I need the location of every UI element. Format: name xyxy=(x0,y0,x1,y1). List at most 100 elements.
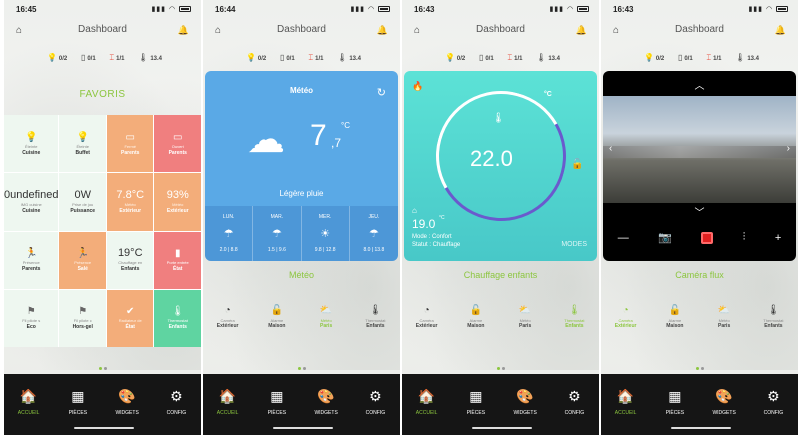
door-icon: ▯ xyxy=(80,53,86,62)
thermostat-card[interactable]: 🔥 °C 🌡 22.0 🔓 ⌂ 19.0 °C Mode : Confort S… xyxy=(404,71,597,261)
status-icons: ▮▮▮ ◠ xyxy=(549,5,589,13)
tab-bar: 🏠 ACCUEIL ▦ PIÈCES 🎨 WIDGETS ⚙ CONFIG xyxy=(203,374,400,435)
weather-unit: °C xyxy=(341,121,350,130)
tile-label: Parents xyxy=(168,149,187,156)
chevron-up-icon[interactable]: ︿ xyxy=(603,77,796,92)
favorite-tile[interactable]: 0W Prise de jou Puissance xyxy=(59,173,106,231)
tab-bar: 🏠 ACCUEIL ▦ PIÈCES 🎨 WIDGETS ⚙ CONFIG xyxy=(601,374,798,435)
device-camera[interactable]: ◔ Caméra Extérieur xyxy=(403,305,451,329)
stat-temperature: 🌡 13.4 xyxy=(138,53,163,62)
tab-accueil[interactable]: 🏠 ACCUEIL xyxy=(407,388,447,435)
tab-accueil[interactable]: 🏠 ACCUEIL xyxy=(208,388,248,435)
cloud-sun-icon: ⛅ xyxy=(717,305,731,316)
camera-icon: ◔ xyxy=(423,305,430,316)
favorite-tile[interactable]: 19°C Chauffage en Enfants xyxy=(106,231,154,289)
favorite-tile[interactable]: 🌡 Thermostat Enfants xyxy=(154,289,201,347)
device-thermostat[interactable]: 🌡 Thermostat Enfants xyxy=(351,305,399,329)
home-indicator xyxy=(671,427,731,429)
tab-accueil[interactable]: 🏠 ACCUEIL xyxy=(606,388,646,435)
tile-icon: 🏃 xyxy=(76,248,89,260)
tile-label: Hors-gel xyxy=(72,324,93,331)
tab-config[interactable]: ⚙ CONFIG xyxy=(753,388,793,435)
favorite-tile[interactable]: 🏃 Présence Salé xyxy=(59,231,106,289)
favorite-tile[interactable]: 7.8°C Météo Extérieur xyxy=(106,173,154,231)
tile-icon: 💡 xyxy=(25,131,38,143)
home-icon[interactable]: ⌂ xyxy=(613,25,619,36)
sliders-icon[interactable]: ⫶ xyxy=(743,231,746,244)
favorite-tile[interactable]: ▮ Porte entrée État xyxy=(154,231,201,289)
lightbulb-icon: 💡 xyxy=(46,53,57,62)
status-time: 16:43 xyxy=(414,5,435,14)
favorite-tile[interactable]: ⚑ Fil pilote c Hors-gel xyxy=(59,289,106,347)
forecast-day: MER. ☀ 9.8 | 12.8 xyxy=(302,206,350,261)
tile-icon: ▭ xyxy=(125,131,135,143)
thermometer-icon: 🌡 xyxy=(369,305,382,316)
status-bar: 16:44 ▮▮▮ ◠ xyxy=(203,0,400,18)
favorite-tile[interactable]: 0undefined IMG cuisine Cuisine xyxy=(4,173,59,231)
page-indicator xyxy=(402,366,599,372)
stat-lights: 💡 0/2 xyxy=(444,53,466,62)
tab-config[interactable]: ⚙ CONFIG xyxy=(156,388,196,435)
favorite-tile[interactable]: 💡 Éteinte Buffet xyxy=(59,115,106,173)
tile-icon: 🏃 xyxy=(25,248,38,260)
gear-icon: ⚙ xyxy=(767,388,780,404)
favorite-tile[interactable]: ⚑ Fil pilote s Eco xyxy=(4,289,59,347)
palette-icon: 🎨 xyxy=(715,388,733,404)
device-thermostat[interactable]: 🌡 Thermostat Enfants xyxy=(550,305,598,329)
zoom-out-icon[interactable]: — xyxy=(618,232,629,244)
tab-config[interactable]: ⚙ CONFIG xyxy=(355,388,395,435)
grid-icon: ▦ xyxy=(71,388,85,404)
stat-windows: ⌶ 1/1 xyxy=(109,53,125,62)
gear-icon: ⚙ xyxy=(369,388,382,404)
modes-button[interactable]: MODES xyxy=(561,241,587,248)
home-icon[interactable]: ⌂ xyxy=(414,25,420,36)
favorite-tile[interactable]: ▭ Fermé Parents xyxy=(106,115,154,173)
camera-card[interactable]: ︿ ‹ › ﹀ — 📷 ⫶ + xyxy=(603,71,796,261)
device-weather[interactable]: ⛅ Météo Paris xyxy=(302,305,350,329)
snapshot-icon[interactable]: 📷 xyxy=(658,231,672,244)
card-label: Météo xyxy=(288,270,314,280)
favorite-tile[interactable]: 💡 Éteinte Cuisine xyxy=(4,115,59,173)
bell-icon[interactable]: 🔔 xyxy=(775,25,786,36)
weather-card[interactable]: Météo ↻ ☁ 7 ,7 °C Légère pluie LUN. ☂ 2.0 … xyxy=(205,71,398,261)
device-weather[interactable]: ⛅ Météo Paris xyxy=(700,305,748,329)
record-icon[interactable] xyxy=(701,231,714,244)
favorite-tile[interactable]: 🏃 Présence Parents xyxy=(4,231,59,289)
zoom-in-icon[interactable]: + xyxy=(775,232,781,244)
app-header: ⌂ Dashboard 🔔 xyxy=(4,24,201,40)
refresh-icon[interactable]: ↻ xyxy=(377,86,386,99)
camera-feed[interactable] xyxy=(603,96,796,203)
house-icon: 🏠 xyxy=(417,388,436,404)
device-camera[interactable]: ◔ Caméra Extérieur xyxy=(204,305,252,329)
bell-icon[interactable]: 🔔 xyxy=(377,25,388,36)
tab-accueil[interactable]: 🏠 ACCUEIL xyxy=(9,388,49,435)
favorite-tile[interactable]: ✔ Radiateur de État xyxy=(106,289,154,347)
home-indicator xyxy=(273,427,333,429)
unlock-icon[interactable]: 🔓 xyxy=(571,159,583,170)
device-weather[interactable]: ⛅ Météo Paris xyxy=(501,305,549,329)
app-header: ⌂ Dashboard 🔔 xyxy=(203,24,400,40)
favorite-tile[interactable]: 93% Météo Extérieur xyxy=(154,173,201,231)
device-thermostat[interactable]: 🌡 Thermostat Enfants xyxy=(749,305,797,329)
phone-favorites: 16:45 ▮▮▮ ◠ ⌂ Dashboard 🔔 💡 0/2 ▯ 0/1 ⌶ 1/1… xyxy=(4,0,201,435)
device-alarm[interactable]: 🔓 Alarme Maison xyxy=(651,305,699,329)
stats-bar: 💡 0/2 ▯ 0/1 ⌶ 1/1 🌡 13.4 xyxy=(601,53,798,63)
device-camera[interactable]: ◔ Caméra Extérieur xyxy=(602,305,650,329)
tab-config[interactable]: ⚙ CONFIG xyxy=(554,388,594,435)
home-icon[interactable]: ⌂ xyxy=(215,25,221,36)
chevron-down-icon[interactable]: ﹀ xyxy=(603,204,796,219)
bell-icon[interactable]: 🔔 xyxy=(576,25,587,36)
chevron-right-icon[interactable]: › xyxy=(787,143,790,154)
door-icon: ▯ xyxy=(279,53,285,62)
device-alarm[interactable]: 🔓 Alarme Maison xyxy=(253,305,301,329)
chevron-left-icon[interactable]: ‹ xyxy=(609,143,612,154)
forecast-day: MAR. ☂ 1.5 | 9.6 xyxy=(253,206,302,261)
palette-icon: 🎨 xyxy=(118,388,136,404)
sun-icon: ☀ xyxy=(320,227,331,240)
header-title: Dashboard xyxy=(675,24,724,35)
device-alarm[interactable]: 🔓 Alarme Maison xyxy=(452,305,500,329)
tile-value: 0W xyxy=(74,188,91,201)
bell-icon[interactable]: 🔔 xyxy=(178,25,189,36)
home-icon[interactable]: ⌂ xyxy=(16,25,22,36)
favorite-tile[interactable]: ▭ Ouvert Parents xyxy=(154,115,201,173)
